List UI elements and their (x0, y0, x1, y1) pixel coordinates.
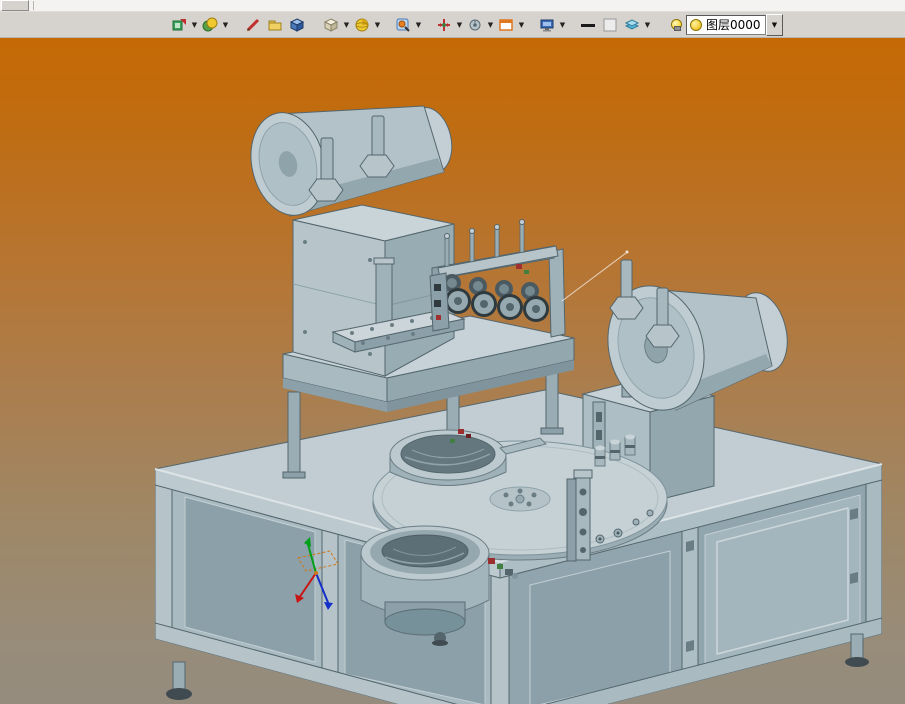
block-primitive-dropdown-arrow[interactable]: ▼ (342, 15, 351, 35)
layer-combo[interactable]: 图层0000 (686, 14, 766, 35)
move-object-dropdown-arrow[interactable]: ▼ (455, 15, 464, 35)
window-style-dropdown-arrow[interactable]: ▼ (517, 15, 526, 35)
zoom-view-dropdown-arrow[interactable]: ▼ (414, 15, 423, 35)
move-object-icon[interactable] (433, 14, 455, 36)
sphere-primitive-icon[interactable] (351, 14, 373, 36)
orient-tool-dropdown-arrow[interactable]: ▼ (486, 15, 495, 35)
3d-viewport[interactable] (0, 38, 905, 704)
machine-model (154, 105, 883, 704)
blank-swatch-icon[interactable] (599, 14, 621, 36)
block-primitive-icon[interactable] (320, 14, 342, 36)
selection-highlight-line (561, 250, 629, 302)
blue-cube-icon[interactable] (286, 14, 308, 36)
sphere-primitive-dropdown-arrow[interactable]: ▼ (373, 15, 382, 35)
layers-dropdown-arrow[interactable]: ▼ (643, 15, 652, 35)
display-monitor-dropdown-arrow[interactable]: ▼ (558, 15, 567, 35)
render-style-icon[interactable] (199, 14, 221, 36)
snapshot-icon[interactable] (168, 14, 190, 36)
layer-combo-value: 图层0000 (706, 17, 761, 32)
snapshot-dropdown-arrow[interactable]: ▼ (190, 15, 199, 35)
layer-color-ball-icon (690, 18, 702, 31)
render-style-dropdown-arrow[interactable]: ▼ (221, 15, 230, 35)
toolbar-drag-handle[interactable] (1, 0, 29, 11)
orient-tool-icon[interactable] (464, 14, 486, 36)
main-toolbar: ▼ ▼ ▼ ▼ ▼ ▼ ▼ ▼ ▼ ▼ 图层0000 ▼ (0, 12, 905, 38)
zoom-view-icon[interactable] (392, 14, 414, 36)
window-style-icon[interactable] (495, 14, 517, 36)
line-width-icon[interactable] (577, 14, 599, 36)
folder-icon[interactable] (264, 14, 286, 36)
display-monitor-icon[interactable] (536, 14, 558, 36)
menu-divider (33, 1, 36, 10)
measure-pencil-icon[interactable] (242, 14, 264, 36)
layers-icon[interactable] (621, 14, 643, 36)
lightbulb-icon (671, 18, 682, 31)
layer-visibility-button[interactable] (666, 15, 686, 35)
menu-strip (0, 0, 905, 12)
layer-combo-dropdown-arrow[interactable]: ▼ (766, 13, 783, 36)
